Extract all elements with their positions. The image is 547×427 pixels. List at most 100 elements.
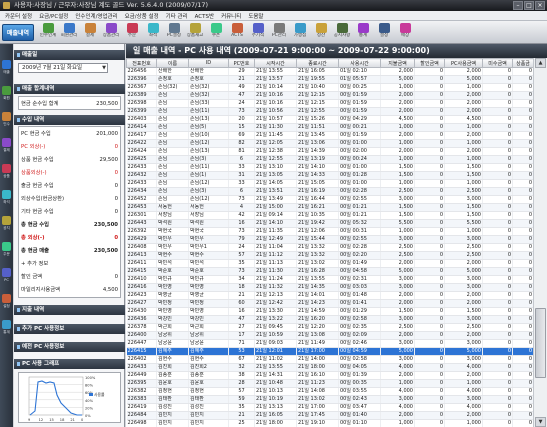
- table-row[interactable]: 226453 서동헌 서동헌 4 21일 15:00 21일 16:21 00일 01:21…: [126, 203, 534, 212]
- table-row[interactable]: 226396 손정호 손정호 21 21일 13:57 21일 19:55 01일 05:5…: [126, 75, 534, 84]
- menu-item[interactable]: ACTS반: [195, 12, 214, 20]
- toolbar-button[interactable]: 주문: [122, 22, 142, 43]
- rail-button-icon[interactable]: [2, 138, 11, 147]
- date-select[interactable]: 2009년 7월 21일 화요일: [18, 63, 108, 73]
- table-row[interactable]: 226415 김혜주 김혜주 53 21일 12:01 21일 17:00 00일 04:5…: [126, 347, 534, 356]
- rail-button-icon[interactable]: [2, 112, 11, 121]
- rail-button-label[interactable]: 설정: [0, 304, 13, 309]
- table-row[interactable]: 226399 손님 손님(11) 73 21일 10:56 21일 12:55 00일 01…: [126, 107, 534, 116]
- table-row[interactable]: 226423 박영균 박영균 21 21일 12:13 21일 14:01 00일 01:4…: [126, 291, 534, 300]
- rail-button-label[interactable]: 상품: [0, 174, 13, 179]
- table-row[interactable]: 226367 손님(32) 손님(32) 49 21일 10:14 21일 10:40 00…: [126, 83, 534, 92]
- menu-item[interactable]: 요금/상품 설정: [125, 12, 159, 20]
- table-row[interactable]: 226408 박민우 박민우1 24 21일 11:04 21일 13:32 00일 02:…: [126, 243, 534, 252]
- table-row[interactable]: 226498 김민지 김민지 25 21일 18:00 21일 19:10 00일 01:1…: [126, 419, 534, 427]
- table-row[interactable]: 226436 박강민 박강민 47 21일 13:22 21일 16:20 00일 02:5…: [126, 315, 534, 324]
- table-row[interactable]: 226382 김정현 김정현 57 21일 10:13 21일 14:08 00일 03:5…: [126, 387, 534, 396]
- column-header[interactable]: 할인금액: [414, 58, 445, 68]
- toolbar-button[interactable]: 회원관리: [59, 22, 79, 43]
- close-button[interactable]: ×: [535, 1, 545, 10]
- rail-button-label[interactable]: 통계: [0, 330, 13, 335]
- column-header[interactable]: 상품금: [512, 58, 534, 68]
- menu-item[interactable]: 커뮤니티: [221, 12, 241, 20]
- toolbar-button[interactable]: ACTS: [227, 22, 247, 43]
- menu-item[interactable]: 인수인계/영업관리: [75, 12, 117, 20]
- rail-button-icon[interactable]: [2, 320, 11, 329]
- column-header[interactable]: 이름: [156, 58, 189, 68]
- table-row[interactable]: 226415 박준호 박준호 73 21일 11:30 21일 16:28 00일 04:5…: [126, 267, 534, 276]
- table-row[interactable]: 226413 박현수 박현수 57 21일 11:12 21일 13:32 00일 02:2…: [126, 251, 534, 260]
- rail-button-icon[interactable]: [2, 190, 11, 199]
- rail-button-label[interactable]: 매출: [0, 70, 13, 75]
- rail-button-icon[interactable]: [2, 216, 11, 225]
- rail-button-label[interactable]: PC: [0, 278, 13, 282]
- sales-history-button[interactable]: 매출내역: [2, 24, 34, 41]
- table-row[interactable]: 226378 박근희 박근희 27 21일 09:45 21일 12:20 00일 02:3…: [126, 323, 534, 332]
- table-row[interactable]: 226392 박현국 박현국 73 21일 11:35 21일 12:06 00일 00:3…: [126, 227, 534, 236]
- column-header[interactable]: PC번호: [228, 58, 255, 68]
- table-row[interactable]: 226301 서장님 서장님 42 21일 09:14 21일 10:35 00일 01:2…: [126, 211, 534, 220]
- table-row[interactable]: 226424 손님 손님(13) 81 21일 12:38 21일 14:39 00일 02…: [126, 147, 534, 156]
- toolbar-button[interactable]: 인수인계: [38, 22, 58, 43]
- column-header[interactable]: 미수금액: [482, 58, 513, 68]
- table-row[interactable]: 226422 손님 손님(12) 82 21일 12:05 21일 13:06 00일 01…: [126, 139, 534, 148]
- toolbar-button[interactable]: 매장: [395, 22, 415, 43]
- toolbar-button[interactable]: 좌석: [143, 22, 163, 43]
- toolbar-button[interactable]: 공지사항: [332, 22, 352, 43]
- table-row[interactable]: 226484 김민지 김민지 21 21일 16:05 21일 17:45 00일 01:4…: [126, 411, 534, 420]
- column-header[interactable]: 지불금액: [380, 58, 415, 68]
- table-row[interactable]: 226427 박민정 박민정 60 21일 12:42 21일 14:23 00일 01:4…: [126, 299, 534, 308]
- rail-button-label[interactable]: 주문: [0, 252, 13, 257]
- rail-button-label[interactable]: 좌석: [0, 200, 13, 205]
- table-row[interactable]: 226447 남궁윤 남궁윤 71 21일 09:03 21일 11:49 00일 02:4…: [126, 339, 534, 348]
- rail-button-icon[interactable]: [2, 60, 11, 69]
- table-row[interactable]: 226456 산배한 산배한 29 21일 13:55 21일 16:05 01일 02:1…: [126, 67, 534, 76]
- table-row[interactable]: 226433 손님 손님(12) 33 21일 14:05 21일 15:05 00일 01…: [126, 179, 534, 188]
- scroll-up-button[interactable]: ▲: [535, 58, 546, 68]
- column-header[interactable]: 시작시간: [254, 58, 297, 68]
- toolbar-button[interactable]: 주기적: [248, 22, 268, 43]
- table-row[interactable]: 226414 손님 손님(5) 15 21일 11:30 21일 11:51 00일 00:…: [126, 123, 534, 132]
- toolbar-button[interactable]: 쿠폰: [206, 22, 226, 43]
- rail-button-label[interactable]: 결제: [0, 148, 13, 153]
- table-row[interactable]: 226411 박민석 박민석 35 21일 11:13 21일 13:02 00일 01:4…: [126, 259, 534, 268]
- table-row[interactable]: 226434 손님 손님(3) 6 21일 13:51 21일 16:19 00일 02:2…: [126, 187, 534, 196]
- table-row[interactable]: 226416 박민영 박민영 18 21일 11:32 21일 14:35 00일 03:0…: [126, 283, 534, 292]
- scroll-down-button[interactable]: ▼: [535, 417, 546, 427]
- table-row[interactable]: 226433 김진회 김진회2 32 21일 13:55 21일 18:00 00일 04:…: [126, 363, 534, 372]
- toolbar-button[interactable]: 상품재고: [185, 22, 205, 43]
- table-row[interactable]: 226403 손님 손님(13) 20 21일 10:57 21일 15:26 00일 04…: [126, 115, 534, 124]
- column-header[interactable]: 전표번호: [126, 58, 157, 68]
- table-row[interactable]: 226402 김현수 김현수 67 21일 11:02 21일 14:00 00일 02:5…: [126, 355, 534, 364]
- menu-item[interactable]: 카운터 설정: [5, 12, 32, 20]
- toolbar-button[interactable]: 가맹점: [290, 22, 310, 43]
- toolbar-button[interactable]: PC관리: [269, 22, 289, 43]
- column-header[interactable]: 종료시간: [296, 58, 339, 68]
- menu-item[interactable]: 도움말: [248, 12, 263, 20]
- maximize-button[interactable]: □: [524, 1, 534, 10]
- vertical-scrollbar[interactable]: ▲ ▼: [533, 58, 547, 427]
- table-row[interactable]: 226429 박민우 박민우 79 21일 12:49 21일 15:44 00일 02:5…: [126, 235, 534, 244]
- toolbar-button[interactable]: 통계: [353, 22, 373, 43]
- table-row[interactable]: 226400 남궁위 남궁위 17 21일 10:59 21일 13:08 00일 02:0…: [126, 331, 534, 340]
- table-row[interactable]: 226398 손님 손님(33) 24 21일 10:16 21일 12:15 00일 01…: [126, 99, 534, 108]
- rail-button-icon[interactable]: [2, 268, 11, 277]
- table-row[interactable]: 226383 김태환 김태환 59 21일 10:19 21일 13:02 00일 02:4…: [126, 395, 534, 404]
- toolbar-button[interactable]: 정산: [311, 22, 331, 43]
- table-row[interactable]: 226395 김윤호 김윤호 28 21일 10:48 21일 11:23 00일 00:3…: [126, 379, 534, 388]
- table-row[interactable]: 226449 김종훈 김종훈 38 21일 14:31 21일 16:10 00일 01:3…: [126, 371, 534, 380]
- minimize-button[interactable]: –: [513, 1, 523, 10]
- table-row[interactable]: 226433 손님 손님(11) 33 21일 13:10 21일 14:10 00일 01…: [126, 163, 534, 172]
- toolbar-button[interactable]: 결제: [80, 22, 100, 43]
- table-row[interactable]: 226417 손님 손님(10) 69 21일 11:45 21일 13:45 00일 01…: [126, 131, 534, 140]
- menu-item[interactable]: 기타 관리: [166, 12, 188, 20]
- table-row[interactable]: 226425 손님 손님(3) 6 21일 12:55 21일 13:19 00일 00:2…: [126, 155, 534, 164]
- table-row[interactable]: 226432 손님 손님(1) 31 21일 13:05 21일 14:33 00일 01:…: [126, 171, 534, 180]
- table-row[interactable]: 226410 박민규 박민규 34 21일 11:24 21일 13:55 00일 02:3…: [126, 275, 534, 284]
- scroll-thumb[interactable]: [535, 308, 546, 378]
- rail-button-label[interactable]: 회원: [0, 96, 13, 101]
- rail-button-icon[interactable]: [2, 294, 11, 303]
- column-header[interactable]: 사용시간: [338, 58, 381, 68]
- table-row[interactable]: 226430 박민영 박민영 16 21일 13:30 21일 14:59 00일 01:2…: [126, 307, 534, 316]
- rail-button-icon[interactable]: [2, 242, 11, 251]
